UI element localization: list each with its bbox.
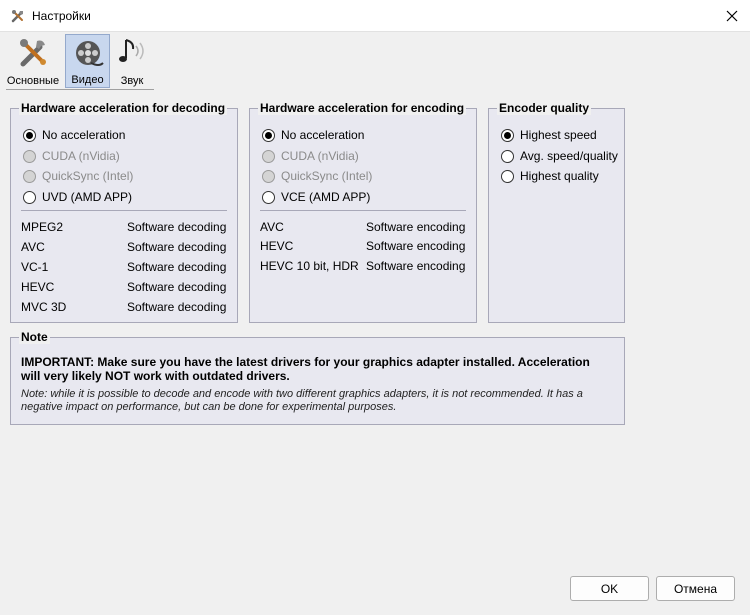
radio-button[interactable]	[501, 128, 514, 142]
codec-name: MVC 3D	[21, 300, 67, 314]
table-row: HEVC Software decoding	[21, 280, 227, 296]
tab-video[interactable]: Видео	[65, 34, 110, 88]
decoding-option-uvd[interactable]: UVD (AMD APP)	[23, 188, 132, 206]
decoding-group-title: Hardware acceleration for decoding	[19, 101, 228, 115]
radio-button[interactable]	[23, 190, 36, 204]
radio-button[interactable]	[262, 190, 275, 204]
radio-button[interactable]	[23, 169, 36, 183]
encoding-option-cuda[interactable]: CUDA (nVidia)	[262, 147, 359, 165]
tab-general-label: Основные	[6, 75, 60, 87]
radio-label: Avg. speed/quality	[520, 149, 618, 163]
radio-label: VCE (AMD APP)	[281, 190, 371, 204]
title-bar: Настройки	[0, 0, 750, 32]
radio-label: Highest quality	[520, 169, 599, 183]
codec-status: Software encoding	[366, 259, 466, 273]
note-important-text: IMPORTANT: Make sure you have the latest…	[21, 355, 590, 383]
radio-label: QuickSync (Intel)	[281, 169, 373, 183]
codec-status: Software decoding	[127, 300, 227, 314]
encoding-group: Hardware acceleration for encoding No ac…	[249, 101, 477, 323]
tab-sound-label: Звук	[120, 75, 144, 87]
radio-label: No acceleration	[42, 128, 126, 142]
toolbar: Основные Видео Звук	[0, 32, 750, 90]
table-row: MVC 3D Software decoding	[21, 300, 227, 316]
codec-name: AVC	[21, 240, 45, 254]
cancel-button[interactable]: Отмена	[656, 576, 735, 601]
close-icon	[726, 10, 738, 21]
quality-option-speed[interactable]: Highest speed	[501, 126, 597, 144]
codec-name: HEVC	[260, 239, 294, 253]
table-row: HEVC 10 bit, HDR Software encoding	[260, 259, 466, 275]
toolbar-separator	[6, 89, 154, 90]
codec-name: VC-1	[21, 260, 49, 274]
radio-label: CUDA (nVidia)	[42, 149, 120, 163]
close-button[interactable]	[714, 0, 750, 31]
codec-status: Software decoding	[127, 240, 227, 254]
tab-general[interactable]: Основные	[4, 34, 62, 88]
quality-group: Encoder quality Highest speed Avg. speed…	[488, 101, 625, 323]
divider	[21, 210, 227, 211]
ok-button[interactable]: OK	[570, 576, 649, 601]
settings-window: Настройки Основные Видео Звук Hardware a…	[0, 0, 750, 615]
divider	[260, 210, 466, 211]
film-reel-icon	[75, 41, 104, 66]
table-row: AVC Software decoding	[21, 240, 227, 256]
decoding-option-quicksync[interactable]: QuickSync (Intel)	[23, 167, 133, 185]
codec-name: AVC	[260, 220, 284, 234]
note-detail-text: Note: while it is possible to decode and…	[21, 388, 583, 413]
radio-button[interactable]	[23, 149, 36, 163]
tools-icon	[11, 10, 23, 23]
encoding-option-quicksync[interactable]: QuickSync (Intel)	[262, 167, 372, 185]
music-note-icon	[119, 39, 144, 62]
radio-button[interactable]	[23, 128, 36, 142]
table-row: VC-1 Software decoding	[21, 260, 227, 276]
radio-button[interactable]	[501, 169, 514, 183]
decoding-option-none[interactable]: No acceleration	[23, 126, 125, 144]
codec-status: Software decoding	[127, 260, 227, 274]
codec-status: Software decoding	[127, 220, 227, 234]
radio-label: No acceleration	[281, 128, 365, 142]
quality-option-quality[interactable]: Highest quality	[501, 167, 599, 185]
radio-label: UVD (AMD APP)	[42, 190, 133, 204]
table-row: AVC Software encoding	[260, 220, 466, 236]
radio-label: CUDA (nVidia)	[281, 149, 359, 163]
decoding-group: Hardware acceleration for decoding No ac…	[10, 101, 238, 323]
radio-button[interactable]	[501, 149, 514, 163]
encoding-option-vce[interactable]: VCE (AMD APP)	[262, 188, 370, 206]
decoding-option-cuda[interactable]: CUDA (nVidia)	[23, 147, 120, 165]
note-group: Note IMPORTANT: Make sure you have the l…	[10, 330, 625, 425]
note-group-title: Note	[19, 330, 50, 344]
tab-video-label: Видео	[71, 74, 104, 86]
encoding-option-none[interactable]: No acceleration	[262, 126, 364, 144]
codec-name: MPEG2	[21, 220, 64, 234]
codec-status: Software encoding	[366, 220, 466, 234]
quality-option-avg[interactable]: Avg. speed/quality	[501, 147, 618, 165]
table-row: MPEG2 Software decoding	[21, 220, 227, 236]
radio-label: QuickSync (Intel)	[42, 169, 134, 183]
table-row: HEVC Software encoding	[260, 239, 466, 255]
tab-sound[interactable]: Звук	[112, 34, 152, 88]
codec-status: Software encoding	[366, 239, 466, 253]
quality-group-title: Encoder quality	[497, 101, 592, 115]
radio-button[interactable]	[262, 149, 275, 163]
radio-button[interactable]	[262, 128, 275, 142]
codec-status: Software decoding	[127, 280, 227, 294]
codec-name: HEVC 10 bit, HDR	[260, 259, 359, 273]
radio-label: Highest speed	[520, 128, 597, 142]
window-title: Настройки	[32, 9, 91, 23]
radio-button[interactable]	[262, 169, 275, 183]
tools-icon	[20, 39, 46, 67]
codec-name: HEVC	[21, 280, 55, 294]
encoding-group-title: Hardware acceleration for encoding	[258, 101, 467, 115]
